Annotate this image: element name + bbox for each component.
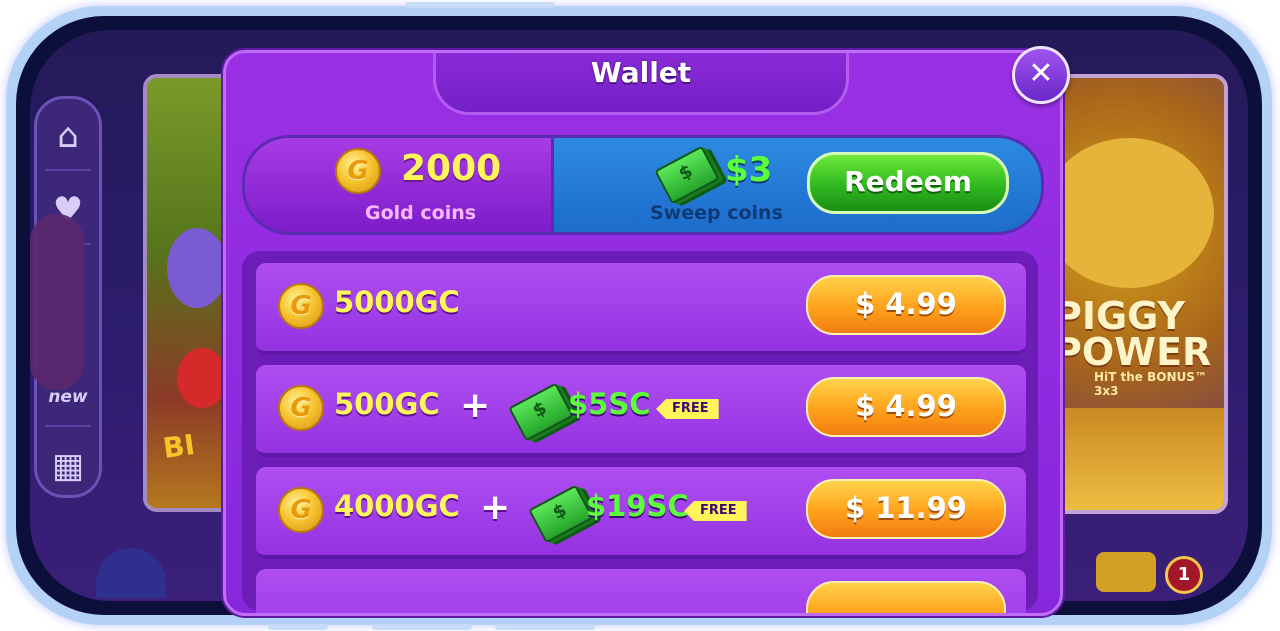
dialog-title-tab: Wallet (433, 53, 849, 115)
wallet-dialog: Wallet G 2000 Gold coins $ $3 Sweep coin… (223, 50, 1063, 616)
piggy-bank-artwork (1044, 138, 1214, 288)
plus-sign: + (480, 487, 511, 528)
home-icon[interactable]: ⌂ (49, 117, 87, 155)
new-games-label[interactable]: new (41, 387, 95, 407)
sweep-amount: $3 (725, 150, 773, 190)
dialog-title: Wallet (590, 56, 692, 89)
notification-badge: 1 (1165, 556, 1203, 594)
bird-artwork (167, 228, 227, 308)
mailbox-icon[interactable] (1096, 552, 1156, 592)
sweep-label: Sweep coins (650, 202, 783, 224)
coin-icon: G (278, 487, 324, 533)
cash-stack-icon: $ (508, 382, 574, 442)
slot-machine-icon[interactable]: ▦ (49, 447, 87, 485)
gold-coin-amount: 4000GC (334, 489, 460, 523)
phone-side-button (372, 624, 472, 630)
offer-row (256, 569, 1026, 613)
gold-label: Gold coins (365, 202, 477, 224)
offer-row: G 5000GC $ 4.99 (256, 263, 1026, 355)
close-icon[interactable]: ✕ (1012, 46, 1070, 104)
game-tile-subtitle: HiT the BONUS™ 3x3 (1094, 370, 1207, 398)
offer-row: G 4000GC + $ $19SC FREE $ 11.99 (256, 467, 1026, 559)
phone-side-button (495, 624, 595, 630)
scroll-handle[interactable] (30, 214, 84, 390)
redeem-button[interactable]: Redeem (807, 152, 1009, 214)
phone-side-button (268, 624, 328, 630)
offer-row: G 500GC + $ $5SC FREE $ 4.99 (256, 365, 1026, 457)
sweep-coin-amount: $5SC (568, 387, 651, 421)
sidebar-divider (45, 169, 91, 171)
coin-icon: G (278, 283, 324, 329)
phone-side-button (405, 2, 555, 8)
gold-coin-amount: 5000GC (334, 285, 460, 319)
coin-icon: G (278, 385, 324, 431)
buy-button[interactable]: $ 4.99 (806, 275, 1006, 335)
offer-list: G 5000GC $ 4.99 G 500GC + $ $5SC FREE $ … (242, 251, 1038, 613)
gold-coin-amount: 500GC (334, 387, 440, 421)
balance-bar: G 2000 Gold coins $ $3 Sweep coins Redee… (242, 135, 1044, 235)
game-tile-title: BI (160, 427, 197, 466)
sweep-balance: $ $3 Sweep coins Redeem (554, 138, 1041, 232)
gold-balance: G 2000 Gold coins (245, 138, 551, 232)
cash-stack-icon: $ (528, 484, 594, 544)
free-badge: FREE (684, 501, 747, 521)
cash-stack-icon: $ (654, 145, 720, 205)
sweep-coin-amount: $19SC (586, 489, 689, 523)
sidebar-divider (45, 425, 91, 427)
buy-button[interactable]: $ 11.99 (806, 479, 1006, 539)
gold-amount: 2000 (401, 148, 502, 189)
bird-artwork (177, 348, 227, 408)
game-tile-title: PIGGY POWER (1054, 294, 1212, 374)
free-badge: FREE (656, 399, 719, 419)
buy-button[interactable] (806, 581, 1006, 613)
buy-button[interactable]: $ 4.99 (806, 377, 1006, 437)
coin-icon: G (335, 148, 381, 194)
plus-sign: + (460, 385, 491, 426)
